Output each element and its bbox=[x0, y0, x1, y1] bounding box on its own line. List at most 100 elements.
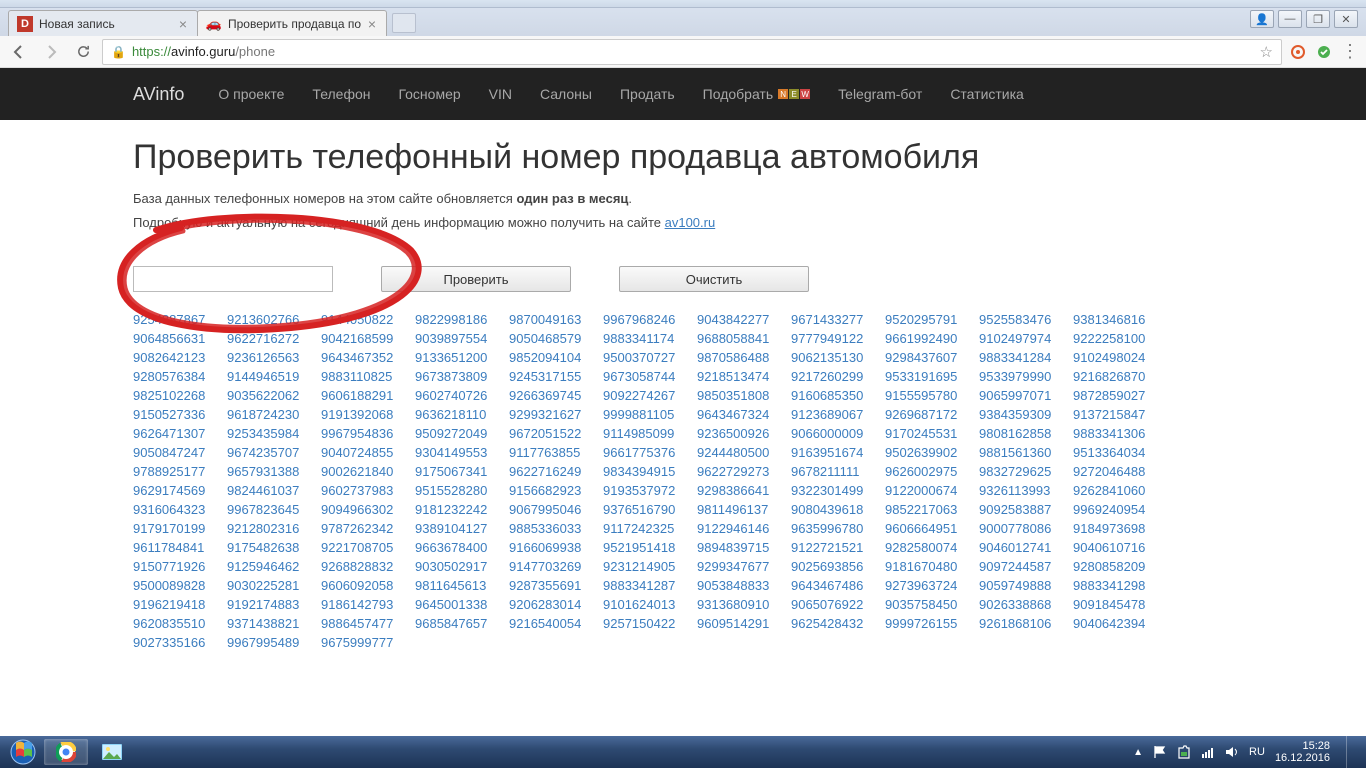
phone-link[interactable]: 9685847657 bbox=[415, 616, 501, 631]
phone-link[interactable]: 9609514291 bbox=[697, 616, 783, 631]
phone-link[interactable]: 9502639902 bbox=[885, 445, 971, 460]
phone-link[interactable]: 9144946519 bbox=[227, 369, 313, 384]
extension-icon-2[interactable] bbox=[1314, 42, 1334, 62]
phone-link[interactable]: 9299321627 bbox=[509, 407, 595, 422]
phone-link[interactable]: 9673873809 bbox=[415, 369, 501, 384]
phone-link[interactable]: 9191392068 bbox=[321, 407, 407, 422]
phone-link[interactable]: 9268828832 bbox=[321, 559, 407, 574]
phone-link[interactable]: 9280858209 bbox=[1073, 559, 1159, 574]
phone-link[interactable]: 9156682923 bbox=[509, 483, 595, 498]
phone-link[interactable]: 9661992490 bbox=[885, 331, 971, 346]
phone-link[interactable]: 9253435984 bbox=[227, 426, 313, 441]
phone-link[interactable]: 9967968246 bbox=[603, 312, 689, 327]
tray-flag-icon[interactable] bbox=[1153, 745, 1167, 759]
nav-sell[interactable]: Продать bbox=[620, 86, 675, 102]
phone-link[interactable]: 9533979990 bbox=[979, 369, 1065, 384]
reload-button[interactable] bbox=[70, 39, 96, 65]
close-window-button[interactable]: ✕ bbox=[1334, 10, 1358, 28]
phone-link[interactable]: 9102498024 bbox=[1073, 350, 1159, 365]
phone-link[interactable]: 9622729273 bbox=[697, 464, 783, 479]
phone-link[interactable]: 9381346816 bbox=[1073, 312, 1159, 327]
phone-link[interactable]: 9043842277 bbox=[697, 312, 783, 327]
phone-link[interactable]: 9611784841 bbox=[133, 540, 219, 555]
phone-link[interactable]: 9513364034 bbox=[1073, 445, 1159, 460]
phone-link[interactable]: 9046012741 bbox=[979, 540, 1065, 555]
phone-link[interactable]: 9035622062 bbox=[227, 388, 313, 403]
phone-link[interactable]: 9618724230 bbox=[227, 407, 313, 422]
phone-link[interactable]: 9257150422 bbox=[603, 616, 689, 631]
phone-link[interactable]: 9657931388 bbox=[227, 464, 313, 479]
minimize-button[interactable]: — bbox=[1278, 10, 1302, 28]
phone-link[interactable]: 9883341306 bbox=[1073, 426, 1159, 441]
phone-link[interactable]: 9999726155 bbox=[885, 616, 971, 631]
tab-close-icon[interactable]: × bbox=[366, 18, 378, 30]
taskbar-chrome[interactable] bbox=[44, 739, 88, 765]
phone-link[interactable]: 9602740726 bbox=[415, 388, 501, 403]
phone-link[interactable]: 9193537972 bbox=[603, 483, 689, 498]
phone-link[interactable]: 9606188291 bbox=[321, 388, 407, 403]
phone-link[interactable]: 9040610716 bbox=[1073, 540, 1159, 555]
phone-link[interactable]: 9147703269 bbox=[509, 559, 595, 574]
phone-link[interactable]: 9509272049 bbox=[415, 426, 501, 441]
phone-link[interactable]: 9000778086 bbox=[979, 521, 1065, 536]
clear-button[interactable]: Очистить bbox=[619, 266, 809, 292]
phone-link[interactable]: 9155595780 bbox=[885, 388, 971, 403]
phone-link[interactable]: 9091845478 bbox=[1073, 597, 1159, 612]
phone-link[interactable]: 9521951418 bbox=[603, 540, 689, 555]
show-desktop-button[interactable] bbox=[1346, 736, 1356, 768]
phone-link[interactable]: 9030502917 bbox=[415, 559, 501, 574]
phone-link[interactable]: 9025693856 bbox=[791, 559, 877, 574]
phone-link[interactable]: 9777949122 bbox=[791, 331, 877, 346]
phone-link[interactable]: 9287355691 bbox=[509, 578, 595, 593]
phone-link[interactable]: 9067995046 bbox=[509, 502, 595, 517]
tray-language[interactable]: RU bbox=[1249, 746, 1265, 758]
phone-link[interactable]: 9245317155 bbox=[509, 369, 595, 384]
phone-link[interactable]: 9040724855 bbox=[321, 445, 407, 460]
phone-link[interactable]: 9645001338 bbox=[415, 597, 501, 612]
phone-link[interactable]: 9376516790 bbox=[603, 502, 689, 517]
phone-link[interactable]: 9150527336 bbox=[133, 407, 219, 422]
phone-link[interactable]: 9371438821 bbox=[227, 616, 313, 631]
phone-link[interactable]: 9035758450 bbox=[885, 597, 971, 612]
phone-link[interactable]: 9881561360 bbox=[979, 445, 1065, 460]
site-brand[interactable]: AVinfo bbox=[133, 84, 184, 105]
phone-link[interactable]: 9834394915 bbox=[603, 464, 689, 479]
phone-link[interactable]: 9170245531 bbox=[885, 426, 971, 441]
nav-gosnomer[interactable]: Госномер bbox=[399, 86, 461, 102]
phone-link[interactable]: 9082642123 bbox=[133, 350, 219, 365]
av100-link[interactable]: av100.ru bbox=[665, 215, 716, 230]
phone-link[interactable]: 9673058744 bbox=[603, 369, 689, 384]
phone-link[interactable]: 9027335166 bbox=[133, 635, 219, 650]
phone-link[interactable]: 9671433277 bbox=[791, 312, 877, 327]
phone-link[interactable]: 9094966302 bbox=[321, 502, 407, 517]
phone-link[interactable]: 9175067341 bbox=[415, 464, 501, 479]
phone-link[interactable]: 9643467324 bbox=[697, 407, 783, 422]
phone-link[interactable]: 9661775376 bbox=[603, 445, 689, 460]
back-button[interactable] bbox=[6, 39, 32, 65]
phone-link[interactable]: 9606092058 bbox=[321, 578, 407, 593]
new-tab-button[interactable] bbox=[392, 13, 416, 33]
phone-link[interactable]: 9886457477 bbox=[321, 616, 407, 631]
phone-link[interactable]: 9999881105 bbox=[603, 407, 689, 422]
phone-link[interactable]: 9030225281 bbox=[227, 578, 313, 593]
phone-link[interactable]: 9163951674 bbox=[791, 445, 877, 460]
browser-tab-1[interactable]: D Новая запись × bbox=[8, 10, 198, 36]
phone-link[interactable]: 9218513474 bbox=[697, 369, 783, 384]
phone-link[interactable]: 9322301499 bbox=[791, 483, 877, 498]
phone-link[interactable]: 9122000674 bbox=[885, 483, 971, 498]
phone-link[interactable]: 9852094104 bbox=[509, 350, 595, 365]
phone-link[interactable]: 9123689067 bbox=[791, 407, 877, 422]
phone-link[interactable]: 9137215847 bbox=[1073, 407, 1159, 422]
phone-link[interactable]: 9212802316 bbox=[227, 521, 313, 536]
phone-link[interactable]: 9515528280 bbox=[415, 483, 501, 498]
phone-link[interactable]: 9832729625 bbox=[979, 464, 1065, 479]
phone-link[interactable]: 9150771926 bbox=[133, 559, 219, 574]
phone-link[interactable]: 9144050822 bbox=[321, 312, 407, 327]
phone-link[interactable]: 9114985099 bbox=[603, 426, 689, 441]
nav-pick[interactable]: Подобрать NEW bbox=[703, 86, 811, 102]
phone-link[interactable]: 9636218110 bbox=[415, 407, 501, 422]
phone-link[interactable]: 9266369745 bbox=[509, 388, 595, 403]
phone-link[interactable]: 9313680910 bbox=[697, 597, 783, 612]
phone-link[interactable]: 9179170199 bbox=[133, 521, 219, 536]
phone-link[interactable]: 9039897554 bbox=[415, 331, 501, 346]
